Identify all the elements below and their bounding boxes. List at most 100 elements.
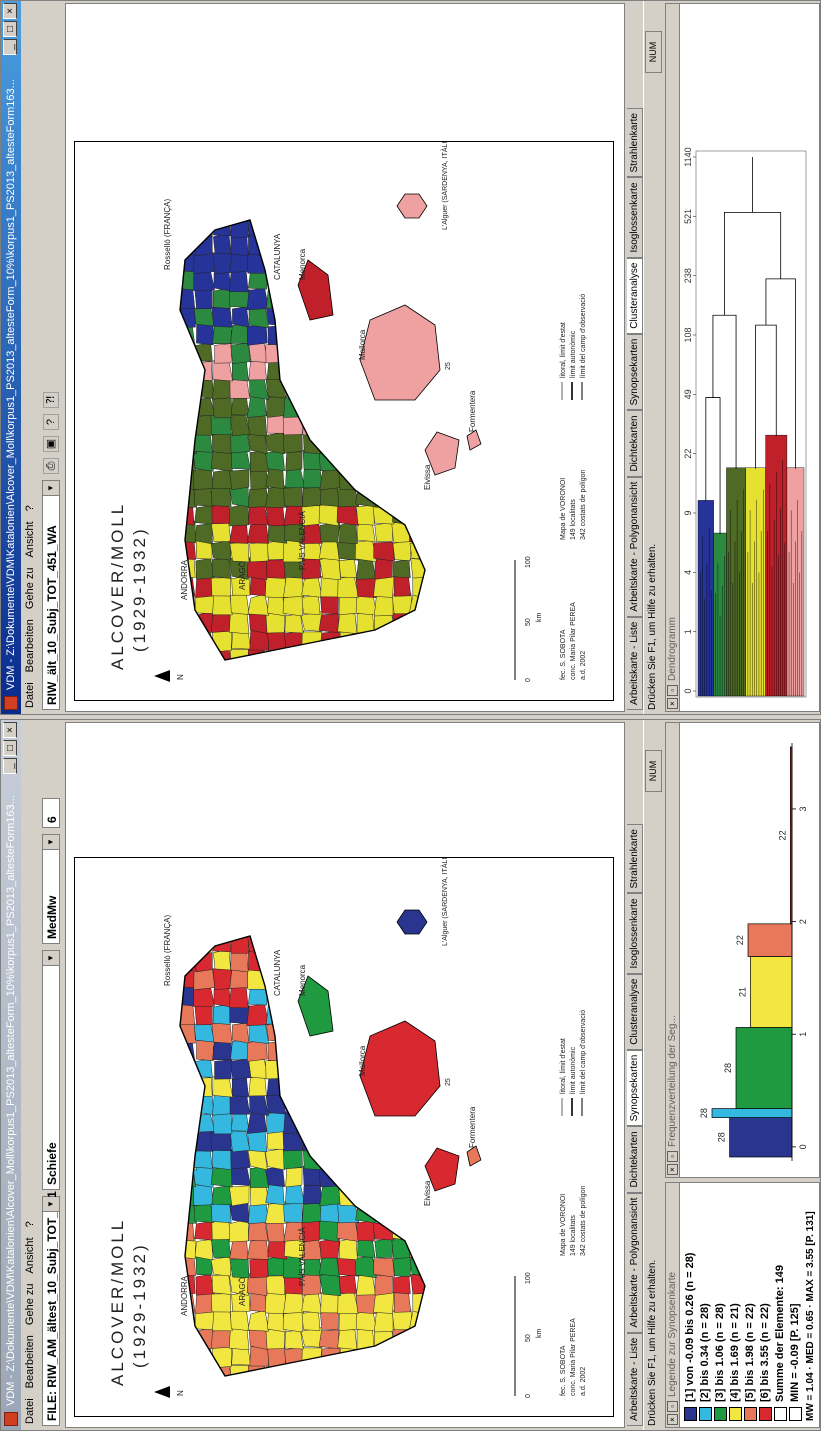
minimize-icon[interactable]: _ xyxy=(3,39,17,55)
tab-arbeitskarte-polygon[interactable]: Arbeitskarte - Polygonansicht xyxy=(627,476,643,617)
voronoi-cell xyxy=(194,1220,214,1241)
measure-value-field[interactable]: 6 xyxy=(42,798,60,828)
legend-label: [3] bis 1.06 (n = 28) xyxy=(714,1303,726,1402)
tab-dichtekarten[interactable]: Dichtekarten xyxy=(627,410,643,477)
synopsis-window: VDM - Z:\Dokumente\VDM\Katalonien\Alcove… xyxy=(0,719,821,1431)
close-icon[interactable]: × xyxy=(667,1414,678,1425)
voronoi-cell xyxy=(355,539,377,563)
histogram-pane-header[interactable]: × ▫ Frequenzverteilung der Seg... xyxy=(666,723,680,1177)
menu-bearbeiten[interactable]: Bearbeiten xyxy=(21,1335,39,1388)
mallorca-island xyxy=(359,304,441,401)
voronoi-cell xyxy=(375,414,394,436)
menu-datei[interactable]: Datei xyxy=(21,1398,39,1424)
voronoi-cell xyxy=(354,936,375,954)
file-select[interactable]: RIW_ält_10_Subj_TOT_451_WA ▼ xyxy=(42,480,60,710)
tab-dichtekarten[interactable]: Dichtekarten xyxy=(627,1126,643,1193)
voronoi-cell xyxy=(193,648,213,660)
close-icon[interactable]: × xyxy=(667,1164,678,1175)
app-icon xyxy=(4,1412,18,1426)
synopsis-map[interactable]: ALCOVER/MOLL (1929-1932) N ANDORRA Rosselló … xyxy=(75,851,613,1416)
close-icon[interactable]: × xyxy=(3,722,17,738)
voronoi-cell xyxy=(356,253,377,272)
menu-ansicht[interactable]: Ansicht xyxy=(21,1237,39,1273)
map-canvas[interactable]: ALCOVER/MOLL (1929-1932) N ANDORRA Rosselló … xyxy=(65,3,625,712)
maximize-icon[interactable]: □ xyxy=(3,740,17,756)
menu-gehe-zu[interactable]: Gehe zu xyxy=(21,568,39,610)
context-help-icon[interactable]: ⁈ xyxy=(43,392,59,408)
voronoi-cell xyxy=(374,431,393,455)
legend-class-5: [5] bis 1.98 (n = 22) xyxy=(742,1303,758,1421)
minimize-icon[interactable]: _ xyxy=(3,758,17,774)
menu-datei[interactable]: Datei xyxy=(21,682,39,708)
chevron-down-icon[interactable]: ▼ xyxy=(43,1197,59,1212)
chevron-down-icon[interactable]: ▼ xyxy=(43,951,59,966)
restore-icon[interactable]: ▫ xyxy=(667,1151,678,1162)
legend-label: [6] bis 3.55 (n = 22) xyxy=(759,1303,771,1402)
voronoi-cell xyxy=(391,252,414,274)
legend-label: [4] bis 1.69 (n = 21) xyxy=(729,1303,741,1402)
menu-ansicht[interactable]: Ansicht xyxy=(21,521,39,557)
voronoi-cell xyxy=(391,648,412,660)
print-icon[interactable]: ⎙ xyxy=(43,458,59,474)
close-icon[interactable]: × xyxy=(667,698,678,709)
voronoi-cell xyxy=(337,1112,359,1133)
algorithm-select[interactable]: Schiefe ▼ xyxy=(42,950,60,1190)
tab-strahlenkarte[interactable]: Strahlenkarte xyxy=(627,824,643,894)
tab-synopsekarten[interactable]: Synopsekarten xyxy=(627,333,643,411)
voronoi-cell xyxy=(319,1039,340,1062)
close-icon[interactable]: × xyxy=(3,3,17,19)
file-select[interactable]: FILE: RIW_AM_ältest_10_Subj_TOT_451 ▼ xyxy=(42,1191,60,1426)
voronoi-cell xyxy=(355,1292,377,1315)
voronoi-sides: 342 costats de polígon xyxy=(580,1185,587,1256)
voronoi-cell xyxy=(356,269,376,292)
save-icon[interactable]: ▣ xyxy=(43,436,59,452)
legend-class-6: [6] bis 3.55 (n = 22) xyxy=(757,1303,773,1421)
cluster-window-titlebar[interactable]: VDM - Z:\Dokumente\VDM\Katalonien\Alcove… xyxy=(1,1,21,714)
legend-pane-header[interactable]: × ▫ Legende zur Synopsenkarte xyxy=(666,1183,680,1427)
dendrogram-pane-header[interactable]: × ▫ Dendrogramm xyxy=(666,4,680,711)
measure-select[interactable]: MedMw ▼ xyxy=(42,834,60,944)
voronoi-cell xyxy=(431,1113,448,1134)
voronoi-cell xyxy=(214,1059,233,1080)
voronoi-cell xyxy=(408,1364,425,1376)
tab-isoglossenkarte[interactable]: Isoglossenkarte xyxy=(627,177,643,258)
voronoi-cell xyxy=(357,468,376,489)
voronoi-cell xyxy=(193,1345,213,1369)
cluster-map[interactable]: ALCOVER/MOLL (1929-1932) N ANDORRA Rosselló … xyxy=(75,135,613,700)
tab-synopsekarten[interactable]: Synopsekarten xyxy=(627,1049,643,1127)
voronoi-cell xyxy=(394,1202,413,1224)
voronoi-cell xyxy=(319,1056,341,1079)
menu-help[interactable]: ? xyxy=(21,1221,39,1227)
voronoi-cell xyxy=(266,1076,286,1096)
synopsis-window-titlebar[interactable]: VDM - Z:\Dokumente\VDM\Katalonien\Alcove… xyxy=(1,720,21,1430)
tab-arbeitskarte-liste[interactable]: Arbeitskarte - Liste xyxy=(627,1332,643,1426)
maximize-icon[interactable]: □ xyxy=(3,21,17,37)
menu-gehe-zu[interactable]: Gehe zu xyxy=(21,1284,39,1326)
tab-strahlenkarte[interactable]: Strahlenkarte xyxy=(627,108,643,178)
voronoi-cell xyxy=(337,613,358,634)
voronoi-cell xyxy=(374,486,394,508)
tab-clusteranalyse[interactable]: Clusteranalyse xyxy=(627,973,643,1050)
mallorca-island xyxy=(359,1020,441,1117)
map-canvas[interactable]: ALCOVER/MOLL (1929-1932) N ANDORRA Rosselló … xyxy=(65,722,625,1428)
num-lock-indicator: NUM xyxy=(645,31,662,73)
restore-icon[interactable]: ▫ xyxy=(667,685,678,696)
restore-icon[interactable]: ▫ xyxy=(667,1401,678,1412)
voronoi-cell xyxy=(213,987,232,1008)
chevron-down-icon[interactable]: ▼ xyxy=(43,835,59,850)
legend-label: [1] von -0.09 bis 0.26 (n = 28) xyxy=(684,1252,696,1402)
chevron-down-icon[interactable]: ▼ xyxy=(43,481,59,496)
voronoi-cell xyxy=(232,1022,250,1044)
tab-arbeitskarte-liste[interactable]: Arbeitskarte - Liste xyxy=(627,616,643,710)
region-label-rossello: Rosselló (FRANÇA) xyxy=(163,915,172,986)
tab-arbeitskarte-polygon[interactable]: Arbeitskarte - Polygonansicht xyxy=(627,1192,643,1333)
tab-clusteranalyse[interactable]: Clusteranalyse xyxy=(627,257,643,334)
menu-help[interactable]: ? xyxy=(21,505,39,511)
app-icon xyxy=(4,696,18,710)
help-icon[interactable]: ? xyxy=(43,414,59,430)
menu-bearbeiten[interactable]: Bearbeiten xyxy=(21,619,39,672)
voronoi-cell xyxy=(180,220,195,238)
tab-isoglossenkarte[interactable]: Isoglossenkarte xyxy=(627,893,643,974)
voronoi-cell xyxy=(249,541,269,563)
voronoi-cell xyxy=(211,1274,232,1295)
